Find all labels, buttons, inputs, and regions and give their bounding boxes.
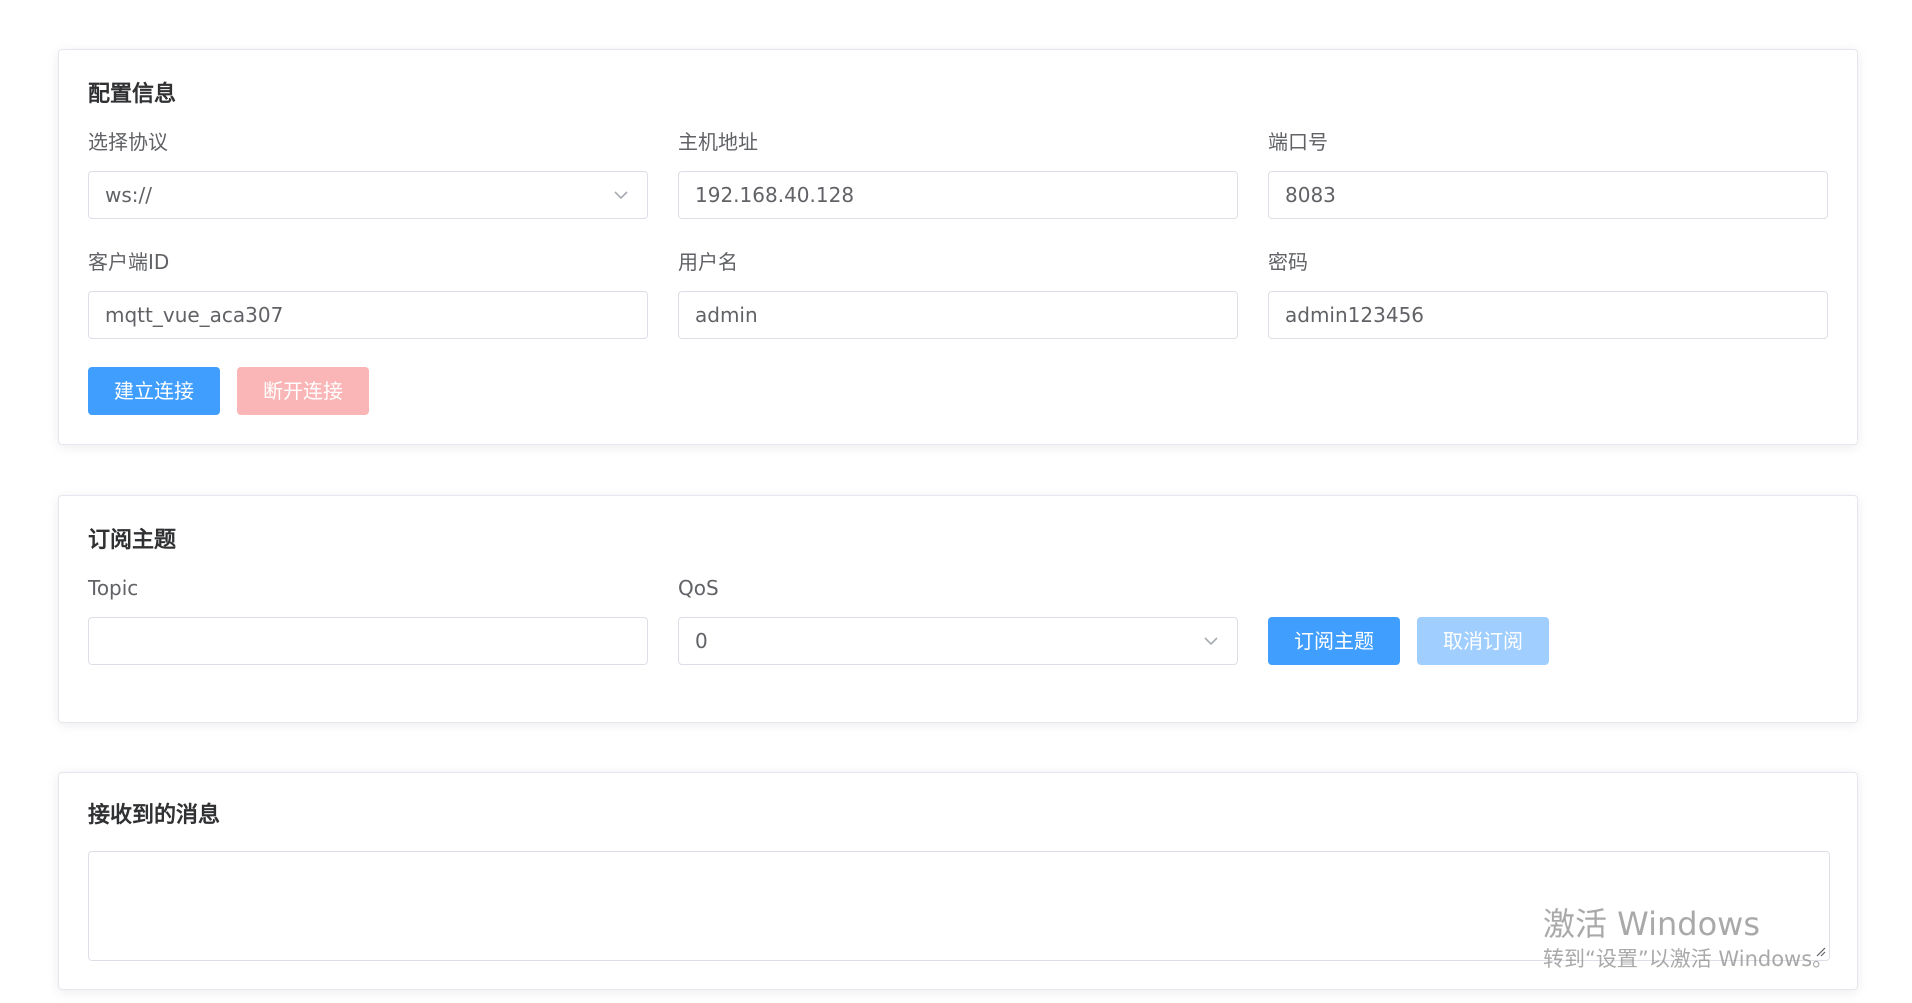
client-id-label: 客户端ID [88, 250, 170, 274]
password-label: 密码 [1268, 250, 1308, 274]
unsubscribe-button[interactable]: 取消订阅 [1417, 617, 1549, 665]
protocol-select-value: ws:// [105, 183, 152, 207]
chevron-down-icon [614, 191, 628, 200]
subscribe-card: 订阅主题 Topic QoS 0 订阅主题 取消订阅 [58, 495, 1858, 723]
username-label: 用户名 [678, 250, 738, 274]
config-title: 配置信息 [88, 82, 177, 107]
host-input[interactable]: 192.168.40.128 [678, 171, 1238, 219]
qos-select-value: 0 [695, 629, 708, 653]
topic-label: Topic [88, 576, 139, 600]
messages-title: 接收到的消息 [88, 803, 221, 828]
config-card: 配置信息 选择协议 ws:// 主机地址 192.168.40.128 端口号 … [58, 49, 1858, 445]
messages-card: 接收到的消息 [58, 772, 1858, 990]
host-label: 主机地址 [678, 130, 758, 154]
qos-select[interactable]: 0 [678, 617, 1238, 665]
subscribe-button[interactable]: 订阅主题 [1268, 617, 1400, 665]
messages-textarea[interactable] [88, 851, 1830, 961]
chevron-down-icon [1204, 637, 1218, 646]
username-input[interactable]: admin [678, 291, 1238, 339]
subscribe-title: 订阅主题 [88, 528, 177, 553]
port-input[interactable]: 8083 [1268, 171, 1828, 219]
resize-handle-icon[interactable] [1814, 945, 1826, 957]
qos-label: QoS [678, 576, 719, 600]
port-label: 端口号 [1268, 130, 1328, 154]
client-id-input[interactable]: mqtt_vue_aca307 [88, 291, 648, 339]
disconnect-button[interactable]: 断开连接 [237, 367, 369, 415]
topic-input[interactable] [88, 617, 648, 665]
connect-button[interactable]: 建立连接 [88, 367, 220, 415]
protocol-label: 选择协议 [88, 130, 168, 154]
password-input[interactable]: admin123456 [1268, 291, 1828, 339]
protocol-select[interactable]: ws:// [88, 171, 648, 219]
